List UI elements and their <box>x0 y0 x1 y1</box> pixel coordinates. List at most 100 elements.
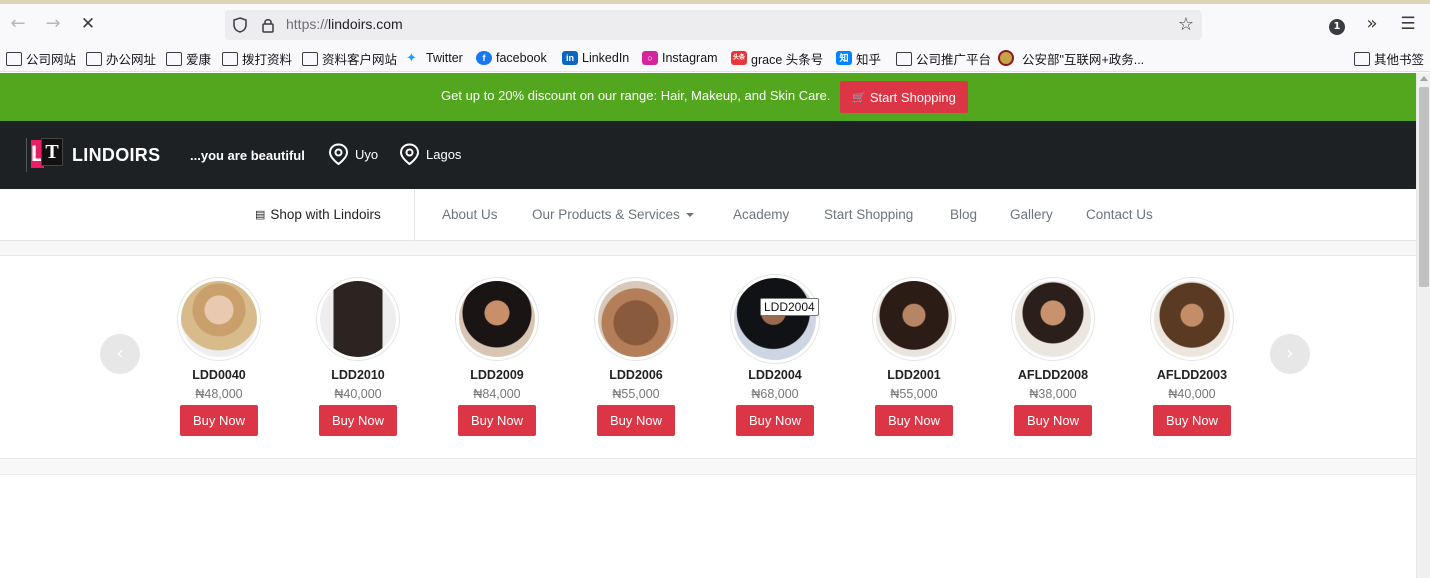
section-footer-strip <box>0 458 1416 475</box>
url-domain: lindoirs.com <box>328 16 403 32</box>
twitter-icon: ✦ <box>406 50 417 65</box>
menu-hamburger-icon[interactable]: ☰ <box>1398 14 1418 34</box>
bookmark-zhihu[interactable]: 知知乎 <box>836 49 881 67</box>
folder-icon <box>86 51 102 66</box>
bookmark-linkedin[interactable]: in LinkedIn <box>562 49 629 67</box>
carousel-prev-button[interactable]: ‹ <box>100 334 140 374</box>
bookmark-police[interactable]: 公安部"互联网+政务... <box>998 49 1144 67</box>
nav-divider <box>414 189 415 241</box>
product-price: ₦38,000 <box>1029 387 1077 401</box>
buy-now-button[interactable]: Buy Now <box>597 405 675 436</box>
browser-toolbar: ← → ✕ https://lindoirs.com ☆ 1 » ☰ <box>0 4 1430 44</box>
product-image[interactable] <box>1015 281 1091 357</box>
nav-start-shopping[interactable]: Start Shopping <box>824 207 913 222</box>
section-separator <box>0 241 1416 256</box>
carousel-next-button[interactable]: › <box>1270 334 1310 374</box>
bookmarks-bar: 公司网站 办公网址 爱康 拨打资料 资料客户网站 ✦ Twitter f faceb… <box>0 44 1430 72</box>
site-header: L T LINDOIRS ...you are beautiful Uyo La… <box>0 121 1416 189</box>
bookmark-twitter[interactable]: ✦ Twitter <box>406 49 463 67</box>
nav-about-us[interactable]: About Us <box>442 207 498 222</box>
nav-products-services[interactable]: Our Products & Services <box>532 207 694 222</box>
product-name[interactable]: LDD2010 <box>303 368 413 382</box>
other-bookmarks[interactable]: 其他书签 <box>1354 49 1424 67</box>
product-price: ₦84,000 <box>473 387 521 401</box>
product-image[interactable] <box>1154 281 1230 357</box>
shop-with-lindoirs-link[interactable]: ▤ Shop with Lindoirs <box>255 207 381 222</box>
folder-icon <box>166 51 182 66</box>
buy-now-button[interactable]: Buy Now <box>319 405 397 436</box>
product-image[interactable] <box>320 281 396 357</box>
product-price: ₦48,000 <box>195 387 243 401</box>
zhihu-icon: 知 <box>836 51 852 65</box>
bookmark-1[interactable]: 办公网址 <box>86 49 156 67</box>
bookmark-toutiao[interactable]: 头条 grace 头条号 <box>731 49 823 67</box>
folder-icon <box>896 51 912 66</box>
caret-down-icon <box>685 213 694 218</box>
product-name[interactable]: LDD2006 <box>581 368 691 382</box>
buy-now-button[interactable]: Buy Now <box>875 405 953 436</box>
bookmark-0[interactable]: 公司网站 <box>6 49 76 67</box>
brand-name[interactable]: LINDOIRS <box>72 145 160 166</box>
promo-banner: Get up to 20% discount on our range: Hai… <box>0 73 1416 121</box>
toutiao-icon: 头条 <box>731 51 747 65</box>
product-image[interactable] <box>459 281 535 357</box>
hover-tooltip: LDD2004 <box>760 298 819 316</box>
bookmark-4[interactable]: 资料客户网站 <box>302 49 397 67</box>
buy-now-button[interactable]: Buy Now <box>458 405 536 436</box>
product-price: ₦55,000 <box>890 387 938 401</box>
nav-academy[interactable]: Academy <box>733 207 789 222</box>
back-button[interactable]: ← <box>8 14 28 34</box>
folder-icon <box>302 51 318 66</box>
start-shopping-button[interactable]: 🛒 Start Shopping <box>840 81 968 113</box>
bookmark-instagram[interactable]: ○ Instagram <box>642 49 718 67</box>
lindoirs-logo[interactable]: L T <box>26 138 64 172</box>
scroll-up-arrow-icon[interactable] <box>1420 76 1428 81</box>
product-image[interactable] <box>876 281 952 357</box>
stop-loading-button[interactable]: ✕ <box>78 14 98 34</box>
buy-now-button[interactable]: Buy Now <box>736 405 814 436</box>
promo-text: Get up to 20% discount on our range: Hai… <box>441 88 831 103</box>
shield-icon[interactable] <box>231 16 249 34</box>
cart-icon: 🛒 <box>852 91 866 104</box>
store-icon: ▤ <box>255 209 266 221</box>
product-image[interactable] <box>181 281 257 357</box>
page: Get up to 20% discount on our range: Hai… <box>0 73 1416 578</box>
buy-now-button[interactable]: Buy Now <box>1153 405 1231 436</box>
police-emblem-icon <box>998 50 1014 66</box>
product-name[interactable]: LDD2004 <box>720 368 830 382</box>
buy-now-button[interactable]: Buy Now <box>180 405 258 436</box>
product-name[interactable]: AFLDD2003 <box>1137 368 1247 382</box>
product-name[interactable]: AFLDD2008 <box>998 368 1108 382</box>
forward-button[interactable]: → <box>43 14 63 34</box>
bookmark-facebook[interactable]: f facebook <box>476 49 547 67</box>
product-price: ₦55,000 <box>612 387 660 401</box>
bookmark-11[interactable]: 公司推广平台 <box>896 49 991 67</box>
overflow-chevron-icon[interactable]: » <box>1362 14 1382 34</box>
bookmark-star-icon[interactable]: ☆ <box>1176 15 1196 35</box>
product-name[interactable]: LDD2009 <box>442 368 552 382</box>
buy-now-button[interactable]: Buy Now <box>1014 405 1092 436</box>
folder-icon <box>1354 51 1370 66</box>
bookmark-2[interactable]: 爱康 <box>166 49 211 67</box>
product-name[interactable]: LDD2001 <box>859 368 969 382</box>
page-scrollbar[interactable] <box>1416 73 1430 578</box>
folder-icon <box>6 51 22 66</box>
nav-blog[interactable]: Blog <box>950 207 977 222</box>
product-name[interactable]: LDD0040 <box>164 368 274 382</box>
tagline: ...you are beautiful <box>190 148 305 163</box>
product-image[interactable] <box>598 281 674 357</box>
product-price: ₦40,000 <box>334 387 382 401</box>
scrollbar-thumb[interactable] <box>1419 87 1429 287</box>
location-lagos[interactable]: Lagos <box>399 143 461 165</box>
url-text[interactable]: https://lindoirs.com <box>286 16 403 32</box>
nav-gallery[interactable]: Gallery <box>1010 207 1053 222</box>
bookmark-3[interactable]: 拨打资料 <box>222 49 292 67</box>
lock-icon[interactable] <box>259 16 277 34</box>
address-bar[interactable]: https://lindoirs.com ☆ <box>225 10 1202 40</box>
notification-badge[interactable]: 1 <box>1327 14 1347 35</box>
nav-contact-us[interactable]: Contact Us <box>1086 207 1153 222</box>
product-image[interactable] <box>734 278 816 360</box>
location-uyo[interactable]: Uyo <box>328 143 378 165</box>
folder-icon <box>222 51 238 66</box>
url-protocol: https:// <box>286 16 329 32</box>
